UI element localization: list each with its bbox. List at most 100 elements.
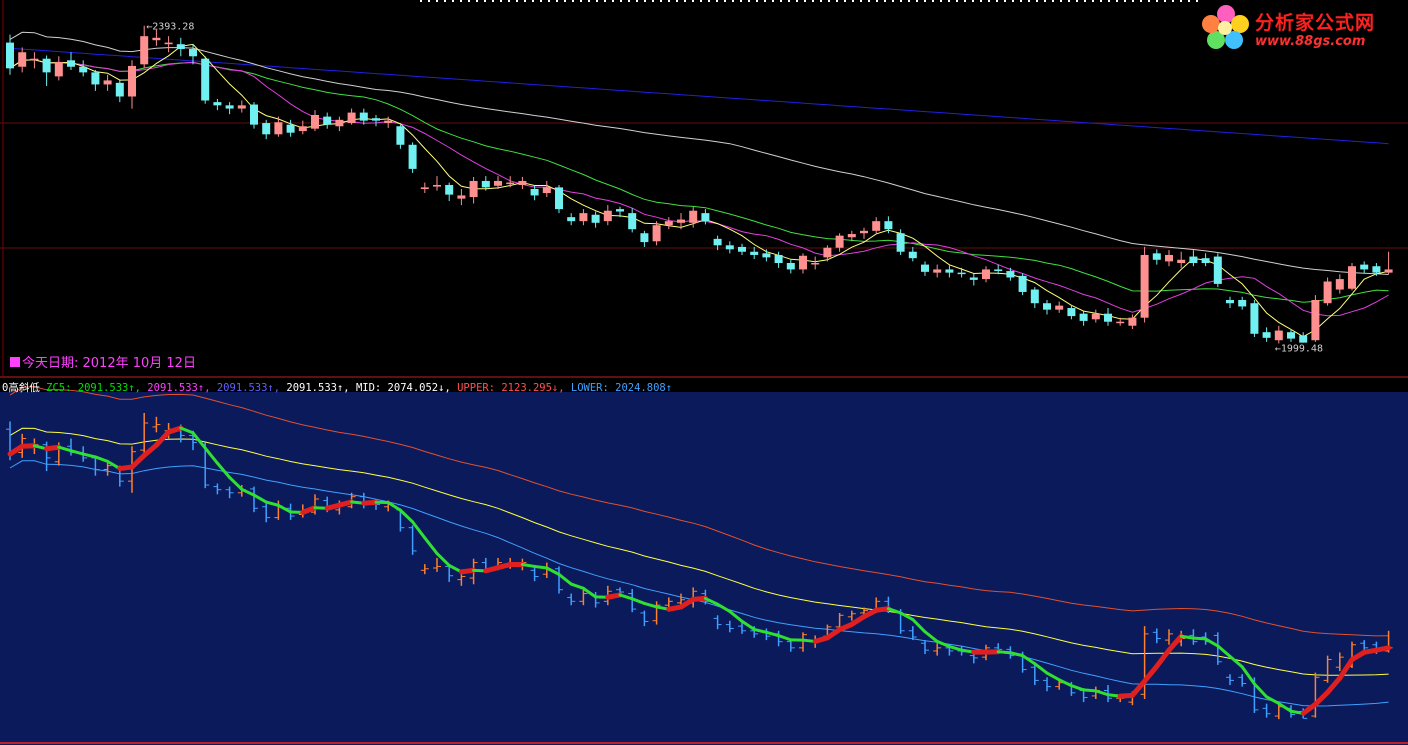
top-edge-dot <box>500 0 502 2</box>
candle-up <box>1116 321 1125 324</box>
top-edge-dot <box>444 0 446 2</box>
candle-up <box>298 126 307 132</box>
candle-down <box>189 49 197 57</box>
top-edge-dot <box>700 0 702 2</box>
candle-down <box>201 58 210 101</box>
candle-down <box>1030 289 1039 304</box>
candle-up <box>140 36 149 65</box>
candle-down <box>1079 313 1088 321</box>
indicator-panel[interactable] <box>0 378 1408 745</box>
price-panel[interactable]: ←2393.28 ←1999.48 今天日期: 2012年 10月 12日 分析家… <box>0 0 1408 378</box>
candle-down <box>774 254 783 263</box>
candle-down <box>945 269 954 273</box>
top-edge-dot <box>604 0 606 2</box>
candle-up <box>237 105 246 109</box>
top-edge-dot <box>692 0 694 2</box>
top-edge-dot <box>580 0 582 2</box>
candle-up <box>689 210 698 223</box>
candle-up <box>30 58 39 61</box>
high-label: ←2393.28 <box>146 22 194 33</box>
top-edge-dot <box>1076 0 1078 2</box>
candle-up <box>420 187 429 189</box>
candle-down <box>1104 313 1112 322</box>
candle-down <box>1189 256 1198 263</box>
ma250-line <box>9 47 1389 145</box>
candle-up <box>1055 305 1064 310</box>
candle-up <box>860 230 868 234</box>
top-edge-dot <box>1020 0 1022 2</box>
legend-item: MID: 2074.052↓, <box>349 382 451 394</box>
candle-up <box>128 65 136 97</box>
candle-down <box>250 104 258 125</box>
candlestick-chart[interactable]: ←2393.28 ←1999.48 <box>0 0 1408 378</box>
top-edge-dot <box>820 0 822 2</box>
candle-down <box>725 245 734 250</box>
candle-up <box>542 187 551 194</box>
top-edge-dot <box>1052 0 1054 2</box>
top-edge-dot <box>988 0 990 2</box>
candle-up <box>274 122 283 135</box>
zc5-segment <box>533 564 549 570</box>
candle-up <box>103 80 112 85</box>
top-edge-dot <box>476 0 478 2</box>
top-edge-dot <box>852 0 854 2</box>
top-edge-dot <box>844 0 846 2</box>
top-edge-dot <box>924 0 926 2</box>
candle-down <box>762 253 771 258</box>
top-edge-dot <box>428 0 430 2</box>
top-edge-dot <box>908 0 910 2</box>
logo-url: www.88gs.com <box>1255 34 1366 49</box>
top-edge-dot <box>1012 0 1014 2</box>
candle-down <box>396 126 405 145</box>
top-edge-dot <box>1132 0 1134 2</box>
indicator-chart[interactable] <box>0 378 1408 745</box>
top-edge-dot <box>492 0 494 2</box>
candle-up <box>54 61 63 77</box>
candle-down <box>481 180 490 188</box>
indicator-legend: 0高斜低 ZC5: 2091.533↑, 2091.533↑, 2091.533… <box>2 380 672 395</box>
date-marker-icon <box>10 357 20 367</box>
candle-down <box>1226 300 1234 304</box>
top-edge-dot <box>788 0 790 2</box>
zc5-segment <box>1191 636 1208 641</box>
top-edge-dot <box>796 0 798 2</box>
candle-up <box>823 247 832 258</box>
top-edge-dot <box>996 0 998 2</box>
top-edge-dot <box>836 0 838 2</box>
candle-up <box>652 225 661 242</box>
zc5-segment <box>690 595 708 602</box>
candle-down <box>79 66 88 73</box>
candle-up <box>1348 266 1356 289</box>
candle-down <box>1067 308 1076 317</box>
candle-down <box>713 238 722 246</box>
date-label: 今天日期: 2012年 10月 12日 <box>10 352 196 371</box>
top-edge-dot <box>980 0 982 2</box>
top-edge-dot <box>1028 0 1030 2</box>
legend-items: ZC5: 2091.533↑, 2091.533↑, 2091.533↑, 20… <box>46 382 672 394</box>
top-edge-dot <box>708 0 710 2</box>
candle-up <box>518 180 527 185</box>
top-edge-dot <box>1116 0 1118 2</box>
top-edge-dot <box>636 0 638 2</box>
top-edge-dot <box>1140 0 1142 2</box>
candle-up <box>847 234 856 238</box>
top-edge-dot <box>972 0 974 2</box>
top-edge-dot <box>1068 0 1070 2</box>
candle-down <box>91 72 100 85</box>
candle-up <box>1091 313 1100 320</box>
top-edge-dot <box>892 0 894 2</box>
candle-down <box>6 42 14 69</box>
candle-up <box>603 210 612 222</box>
candle-down <box>1018 275 1027 292</box>
top-edge-dot <box>748 0 750 2</box>
candle-down <box>372 118 380 121</box>
candle-up <box>311 115 319 129</box>
top-edge-dot <box>548 0 550 2</box>
top-edge-dot <box>868 0 870 2</box>
candle-up <box>1140 254 1149 318</box>
indicator-background <box>0 378 1408 745</box>
top-edge-dot <box>1060 0 1062 2</box>
top-edge-dot <box>612 0 614 2</box>
candle-up <box>579 213 588 222</box>
logo-name: 分析家公式网 <box>1255 12 1376 34</box>
